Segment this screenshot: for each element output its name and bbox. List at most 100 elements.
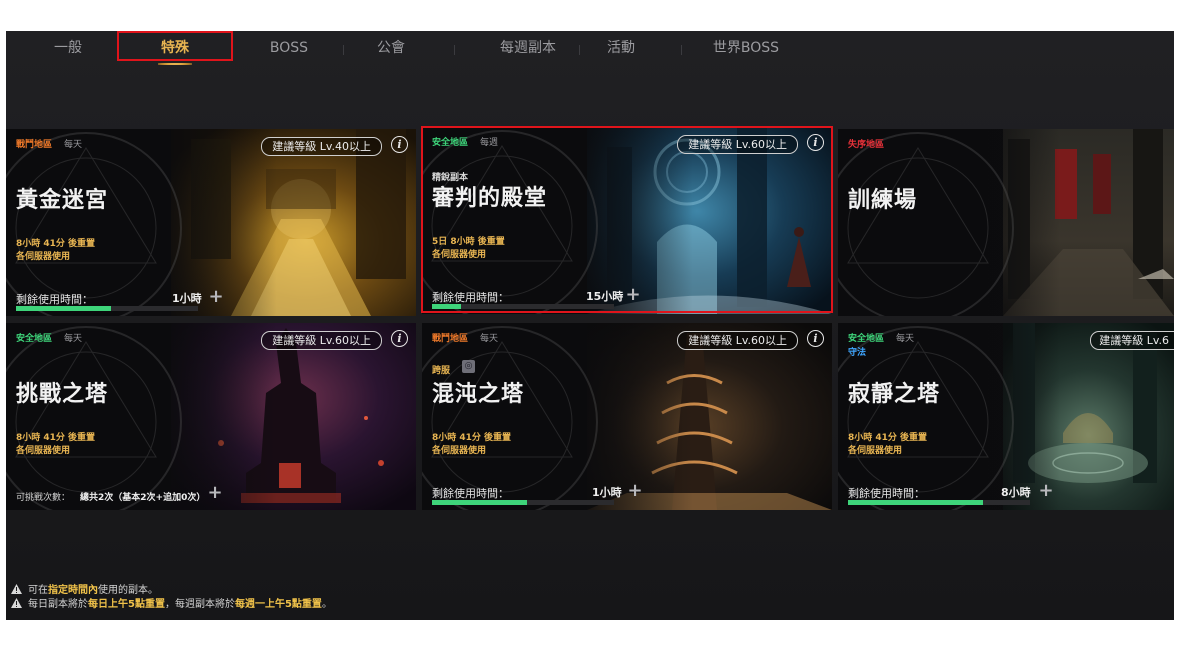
dungeon-card-hall-of-judgment[interactable]: 安全地區 每週 建議等級 Lv.60以上 i 精銳副本 審判的殿堂 5日 8小時… xyxy=(422,127,832,314)
tab-divider xyxy=(454,45,455,55)
server-scope: 各伺服器使用 xyxy=(848,446,903,456)
remaining-time-bar xyxy=(16,306,198,311)
sigil-emblem-icon xyxy=(422,326,598,510)
dungeon-screen: 一般 特殊 BOSS 公會 每週副本 活動 世界BOSS 戰鬥地區 每天 建議等… xyxy=(6,31,1174,620)
remaining-time-bar xyxy=(432,304,614,309)
warning-icon xyxy=(11,598,22,608)
recommended-level-badge: 建議等級 Lv.6 xyxy=(1090,331,1174,350)
dungeon-title: 黃金迷宮 xyxy=(16,188,109,213)
info-icon[interactable]: i xyxy=(807,330,824,347)
dungeon-title: 寂靜之塔 xyxy=(848,382,941,407)
frequency-label: 每天 xyxy=(64,140,83,150)
remaining-time-label: 剩餘使用時間： xyxy=(16,293,93,306)
remaining-time-value: 1小時 xyxy=(592,486,622,499)
zone-label: 安全地區 xyxy=(16,334,53,344)
remaining-time-value: 15小時 xyxy=(586,290,624,303)
note-line-2: 每日副本將於每日上午5點重置，每週副本將於每週一上午5點重置。 xyxy=(11,598,332,612)
zone-label: 安全地區 xyxy=(848,334,885,344)
remaining-time-bar xyxy=(432,500,614,505)
reset-timer: 8小時 41分 後重置 xyxy=(16,239,96,249)
tab-weekly-dungeon[interactable]: 每週副本 xyxy=(478,31,578,67)
note-text: 使用的副本。 xyxy=(98,585,158,596)
remaining-time-bar-fill xyxy=(432,500,527,505)
reset-timer: 5日 8小時 後重置 xyxy=(432,237,505,247)
add-attempts-button[interactable]: + xyxy=(206,484,224,503)
recommended-level-badge: 建議等級 Lv.60以上 xyxy=(677,331,798,350)
sigil-emblem-icon xyxy=(838,132,1014,316)
add-time-button[interactable]: + xyxy=(624,286,642,305)
note-text: 。 xyxy=(321,599,332,610)
attempts-value: 總共2次（基本2次+追加0次） xyxy=(80,493,206,503)
remaining-time-value: 1小時 xyxy=(172,292,202,305)
remaining-time-bar-fill xyxy=(16,306,111,311)
server-scope: 各伺服器使用 xyxy=(16,446,71,456)
footer-notes: 可在指定時間內使用的副本。 每日副本將於每日上午5點重置，每週副本將於每週一上午… xyxy=(11,584,332,612)
note-highlight: 每週一上午5點重置 xyxy=(234,599,322,610)
tab-world-boss[interactable]: 世界BOSS xyxy=(696,31,796,67)
info-icon[interactable]: i xyxy=(807,134,824,151)
dungeon-title: 混沌之塔 xyxy=(432,382,525,407)
dungeon-card-chaos-tower[interactable]: 戰鬥地區 每天 建議等級 Lv.60以上 i 跨服 ◎ 混沌之塔 8小時 41分… xyxy=(422,323,832,510)
lawful-tag: 守法 xyxy=(848,348,867,358)
note-text: ，每週副本將於 xyxy=(164,599,235,610)
sigil-emblem-icon xyxy=(6,326,182,510)
reset-timer: 8小時 41分 後重置 xyxy=(432,433,512,443)
category-tab-bar: 一般 特殊 BOSS 公會 每週副本 活動 世界BOSS xyxy=(6,31,1174,67)
zone-label: 安全地區 xyxy=(432,138,469,148)
frequency-label: 每天 xyxy=(896,334,915,344)
note-highlight: 每日上午5點重置 xyxy=(88,599,165,610)
attempts-info: 可挑戰次數： 總共2次（基本2次+追加0次） xyxy=(16,490,205,503)
remaining-time-bar xyxy=(848,500,1030,505)
reset-timer: 8小時 41分 後重置 xyxy=(16,433,96,443)
zone-label: 戰鬥地區 xyxy=(432,334,469,344)
frequency-label: 每天 xyxy=(480,334,499,344)
tab-divider xyxy=(343,45,344,55)
dungeon-card-training-ground[interactable]: 失序地區 訓練場 xyxy=(838,129,1174,316)
add-time-button[interactable]: + xyxy=(1037,482,1055,501)
sigil-emblem-icon xyxy=(422,130,598,314)
server-scope: 各伺服器使用 xyxy=(16,252,71,262)
sigil-emblem-icon xyxy=(6,132,182,316)
recommended-level-badge: 建議等級 Lv.60以上 xyxy=(677,135,798,154)
tab-special-highlight xyxy=(117,31,233,61)
frequency-label: 每週 xyxy=(480,138,499,148)
dungeon-title: 訓練場 xyxy=(848,188,918,213)
remaining-time-label: 剩餘使用時間： xyxy=(432,487,509,500)
warning-icon xyxy=(11,584,22,594)
zone-label: 失序地區 xyxy=(848,140,885,150)
remaining-time-value: 8小時 xyxy=(1001,486,1031,499)
tab-event[interactable]: 活動 xyxy=(591,31,651,67)
remaining-time-label: 剩餘使用時間： xyxy=(432,291,509,304)
zone-label: 戰鬥地區 xyxy=(16,140,53,150)
server-scope: 各伺服器使用 xyxy=(432,250,487,260)
dungeon-card-golden-maze[interactable]: 戰鬥地區 每天 建議等級 Lv.40以上 i 黃金迷宮 8小時 41分 後重置 … xyxy=(6,129,416,316)
dungeon-title: 審判的殿堂 xyxy=(432,186,548,211)
info-icon[interactable]: i xyxy=(391,330,408,347)
tab-general[interactable]: 一般 xyxy=(38,31,98,67)
note-line-1: 可在指定時間內使用的副本。 xyxy=(11,584,332,598)
dungeon-title: 挑戰之塔 xyxy=(16,382,109,407)
dungeon-card-silent-tower[interactable]: 安全地區 每天 守法 建議等級 Lv.6 寂靜之塔 8小時 41分 後重置 各伺… xyxy=(838,323,1174,510)
tab-divider xyxy=(681,45,682,55)
sigil-emblem-icon xyxy=(838,326,1014,510)
recommended-level-badge: 建議等級 Lv.60以上 xyxy=(261,331,382,350)
remaining-time-bar-fill xyxy=(432,304,462,309)
note-text: 每日副本將於 xyxy=(28,599,88,610)
tab-boss[interactable]: BOSS xyxy=(254,31,324,67)
tab-divider xyxy=(579,45,580,55)
add-time-button[interactable]: + xyxy=(626,482,644,501)
dungeon-card-challenge-tower[interactable]: 安全地區 每天 建議等級 Lv.60以上 i 挑戰之塔 8小時 41分 後重置 … xyxy=(6,323,416,510)
cross-server-icon: ◎ xyxy=(462,360,475,373)
remaining-time-bar-fill xyxy=(848,500,983,505)
attempts-label: 可挑戰次數： xyxy=(16,493,71,503)
note-highlight: 指定時間內 xyxy=(48,585,98,596)
tab-guild[interactable]: 公會 xyxy=(361,31,421,67)
reset-timer: 8小時 41分 後重置 xyxy=(848,433,928,443)
recommended-level-badge: 建議等級 Lv.40以上 xyxy=(261,137,382,156)
server-scope: 各伺服器使用 xyxy=(432,446,487,456)
cross-server-tag: 跨服 xyxy=(432,366,451,376)
note-text: 可在 xyxy=(28,585,48,596)
info-icon[interactable]: i xyxy=(391,136,408,153)
remaining-time-label: 剩餘使用時間： xyxy=(848,487,925,500)
add-time-button[interactable]: + xyxy=(207,288,225,307)
